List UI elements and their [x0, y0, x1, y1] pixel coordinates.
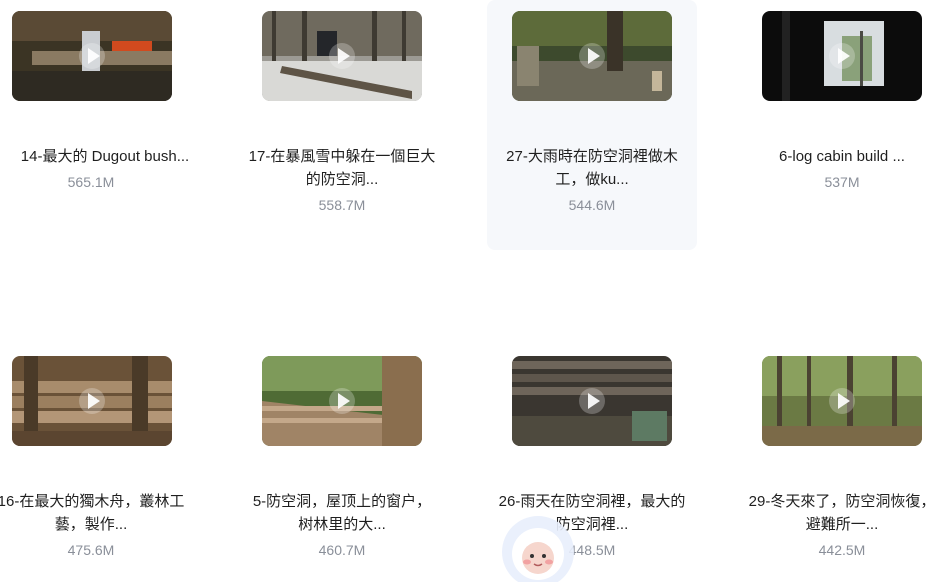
video-title[interactable]: 14-最大的 Dugout bush... — [0, 145, 210, 168]
video-card[interactable]: 16-在最大的獨木舟，叢林工藝，製作... 475.6M — [0, 345, 210, 565]
video-card[interactable]: 14-最大的 Dugout bush... 565.1M — [0, 0, 210, 250]
play-icon[interactable] — [829, 43, 855, 69]
video-thumbnail[interactable] — [12, 11, 172, 101]
video-thumbnail[interactable] — [262, 356, 422, 446]
video-thumbnail[interactable] — [12, 356, 172, 446]
file-size: 544.6M — [568, 197, 616, 213]
play-icon[interactable] — [579, 43, 605, 69]
assistant-mascot-icon[interactable] — [498, 512, 578, 587]
file-size: 475.6M — [67, 542, 115, 558]
play-icon[interactable] — [79, 388, 105, 414]
video-title[interactable]: 6-log cabin build ... — [737, 145, 942, 168]
video-card[interactable]: 5-防空洞，屋顶上的窗户，树林里的大... 460.7M — [237, 345, 447, 565]
video-card[interactable]: 6-log cabin build ... 537M — [737, 0, 942, 250]
file-size: 460.7M — [318, 542, 366, 558]
video-title[interactable]: 27-大雨時在防空洞裡做木工，做ku... — [487, 145, 697, 191]
video-file-grid: 14-最大的 Dugout bush... 565.1M 17-在暴風雪中躲在一… — [0, 0, 942, 565]
play-icon[interactable] — [329, 43, 355, 69]
video-card[interactable]: 17-在暴風雪中躲在一個巨大的防空洞... 558.7M — [237, 0, 447, 250]
play-icon[interactable] — [329, 388, 355, 414]
video-card[interactable]: 29-冬天來了，防空洞恢復，避難所一... 442.5M — [737, 345, 942, 565]
video-title[interactable]: 5-防空洞，屋顶上的窗户，树林里的大... — [237, 490, 447, 536]
video-thumbnail[interactable] — [762, 11, 922, 101]
video-card[interactable]: 27-大雨時在防空洞裡做木工，做ku... 544.6M — [487, 0, 697, 250]
play-icon[interactable] — [79, 43, 105, 69]
video-thumbnail[interactable] — [512, 356, 672, 446]
file-size: 565.1M — [67, 174, 115, 190]
video-title[interactable]: 29-冬天來了，防空洞恢復，避難所一... — [737, 490, 942, 536]
play-icon[interactable] — [579, 388, 605, 414]
video-thumbnail[interactable] — [512, 11, 672, 101]
video-title[interactable]: 17-在暴風雪中躲在一個巨大的防空洞... — [237, 145, 447, 191]
file-size: 537M — [824, 174, 860, 190]
file-size: 442.5M — [818, 542, 866, 558]
video-thumbnail[interactable] — [262, 11, 422, 101]
video-title[interactable]: 16-在最大的獨木舟，叢林工藝，製作... — [0, 490, 196, 536]
video-thumbnail[interactable] — [762, 356, 922, 446]
file-size: 558.7M — [318, 197, 366, 213]
play-icon[interactable] — [829, 388, 855, 414]
